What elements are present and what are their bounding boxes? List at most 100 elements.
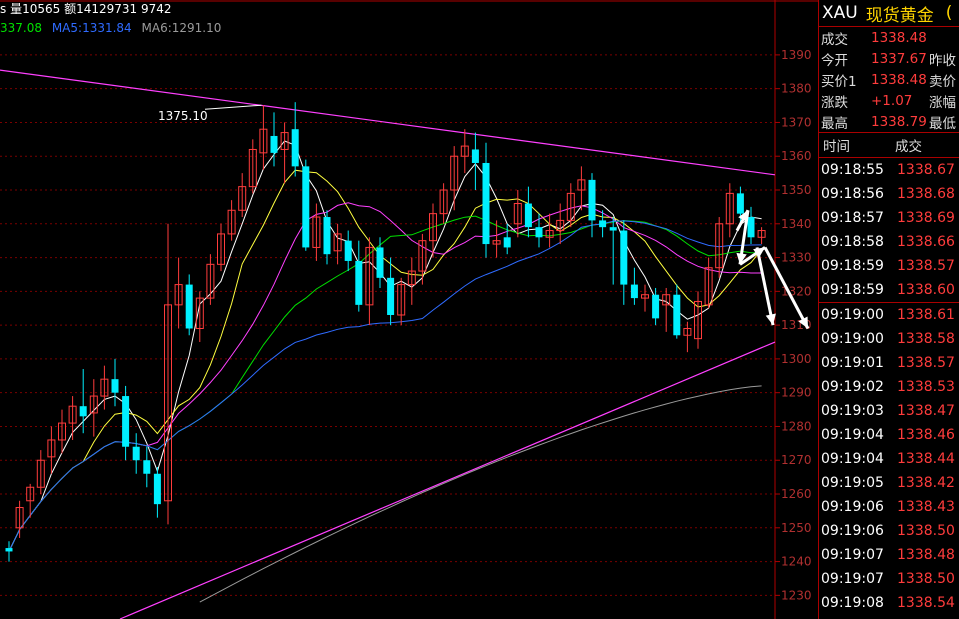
quote-value: 1338.48 (871, 29, 927, 46)
tick-price: 1338.53 (897, 379, 955, 395)
tick-price: 1338.69 (897, 210, 955, 226)
tick-time: 09:19:08 (821, 595, 884, 611)
tick-time: 09:19:07 (821, 547, 884, 563)
candle-body-down (673, 294, 681, 336)
tick-row: 09:18:59 1338.60 (819, 278, 959, 302)
tick-price: 1338.50 (897, 571, 955, 587)
candle-body-down (302, 166, 310, 248)
tick-price: 1338.57 (897, 258, 955, 274)
tick-time: 09:19:01 (821, 355, 884, 371)
ma-white-line (8, 140, 762, 552)
y-tick-label: 1350 (781, 183, 812, 197)
candle-body-down (111, 379, 119, 393)
tick-price: 1338.60 (897, 282, 955, 298)
tick-time: 09:19:07 (821, 571, 884, 587)
quote-side-label: 昨收 (929, 52, 956, 69)
y-tick-label: 1300 (781, 352, 812, 366)
candle-body-down (376, 247, 384, 278)
candle-body-down (482, 162, 490, 245)
tick-row: 09:18:57 1338.69 (819, 206, 959, 230)
quote-value: +1.07 (871, 92, 913, 109)
candle-body-down (143, 460, 151, 474)
candle-body-down (270, 135, 278, 153)
quote-side-label: 最低 (929, 115, 956, 132)
tick-row: 09:19:02 1338.53 (819, 375, 959, 399)
tick-price: 1338.57 (897, 355, 955, 371)
quote-value: 1338.48 (871, 71, 927, 88)
quote-label: 买价1 (821, 73, 857, 90)
y-tick-label: 1250 (781, 521, 812, 535)
candle-body-down (355, 260, 363, 305)
tick-price: 1338.50 (897, 523, 955, 539)
y-tick-label: 1390 (781, 48, 812, 62)
tick-time: 09:19:04 (821, 427, 884, 443)
candle-body-down (387, 277, 395, 315)
tick-time: 09:19:05 (821, 475, 884, 491)
tick-price: 1338.43 (897, 499, 955, 515)
quote-label: 最高 (821, 115, 848, 132)
tick-row: 09:19:091338.56 (819, 615, 959, 619)
tick-row: 09:18:55 1338.67 (819, 158, 959, 182)
y-tick-label: 1380 (781, 82, 812, 96)
tick-row: 09:19:01 1338.57 (819, 351, 959, 375)
candle-body-down (185, 284, 193, 329)
ticks-header: 时间 成交 (819, 132, 959, 158)
tick-price: 1338.67 (897, 162, 955, 178)
quote-row: 今开 1337.67 昨收 (819, 48, 959, 69)
y-tick-label: 1280 (781, 419, 812, 433)
tick-list[interactable]: 09:18:55 1338.67 09:18:56 1338.68 09:18:57 13… (819, 158, 959, 619)
quote-side-label: 涨幅 (929, 94, 956, 111)
tick-row: 09:18:59 1338.57 (819, 254, 959, 278)
quote-value: 1338.79 (871, 113, 927, 130)
ticks-header-price: 成交 (895, 139, 922, 155)
candle-body-down (153, 473, 161, 505)
candlestick-chart[interactable]: 1230124012501260127012801290130013101320… (0, 0, 818, 619)
y-tick-label: 1230 (781, 588, 812, 602)
candle-body-down (323, 217, 331, 255)
arrow-down-2-head (765, 313, 776, 326)
tick-price: 1338.42 (897, 475, 955, 491)
candle-body-down (535, 227, 543, 238)
symbol-tail: ( (945, 3, 953, 23)
tick-time: 09:18:59 (821, 282, 884, 298)
ticks-header-time: 时间 (823, 139, 850, 155)
tick-price: 1338.44 (897, 451, 955, 467)
quote-row: 买价1 1338.48 卖价 (819, 69, 959, 90)
tick-time: 09:19:06 (821, 499, 884, 515)
candle-body-down (588, 179, 596, 221)
candle-body-down (503, 237, 511, 248)
tick-price: 1338.48 (897, 547, 955, 563)
tick-row: 09:19:07 1338.50 (819, 567, 959, 591)
tick-time: 09:19:02 (821, 379, 884, 395)
symbol-header: XAU 现货黄金 ( (819, 0, 959, 27)
y-tick-label: 1370 (781, 115, 812, 129)
tick-row: 09:19:03 1338.47 (819, 399, 959, 423)
candle-body-down (630, 284, 638, 299)
tick-time: 09:19:06 (821, 523, 884, 539)
symbol-name: 现货黄金 (865, 5, 934, 26)
tick-time: 09:18:56 (821, 186, 884, 202)
tick-price: 1338.46 (897, 427, 955, 443)
support-trendline (119, 341, 776, 619)
candle-body-down (291, 129, 299, 167)
tick-time: 09:19:03 (821, 403, 884, 419)
tick-time: 09:19:00 (821, 331, 884, 347)
quote-label: 今开 (821, 52, 848, 69)
y-tick-label: 1340 (781, 217, 812, 231)
tick-price: 1338.66 (897, 234, 955, 250)
quote-label: 成交 (821, 31, 848, 48)
candle-body-down (344, 240, 352, 261)
y-tick-label: 1240 (781, 555, 812, 569)
y-tick-label: 1270 (781, 453, 812, 467)
tick-time: 09:18:59 (821, 258, 884, 274)
quote-rows: 成交 1338.48 今开 1337.67 昨收 买价1 1338.48 卖价 涨跌 +1.07 涨… (819, 27, 959, 132)
quote-row: 成交 1338.48 (819, 27, 959, 48)
tick-row: 09:19:04 1338.44 (819, 447, 959, 471)
tick-row: 09:19:00 1338.61 (819, 302, 959, 327)
candle-body-down (747, 217, 755, 238)
tick-row: 09:19:06 1338.43 (819, 495, 959, 519)
candle-body-down (609, 227, 617, 231)
tick-time: 09:18:55 (821, 162, 884, 178)
candle-body-down (736, 193, 744, 214)
quote-label: 涨跌 (821, 94, 848, 111)
